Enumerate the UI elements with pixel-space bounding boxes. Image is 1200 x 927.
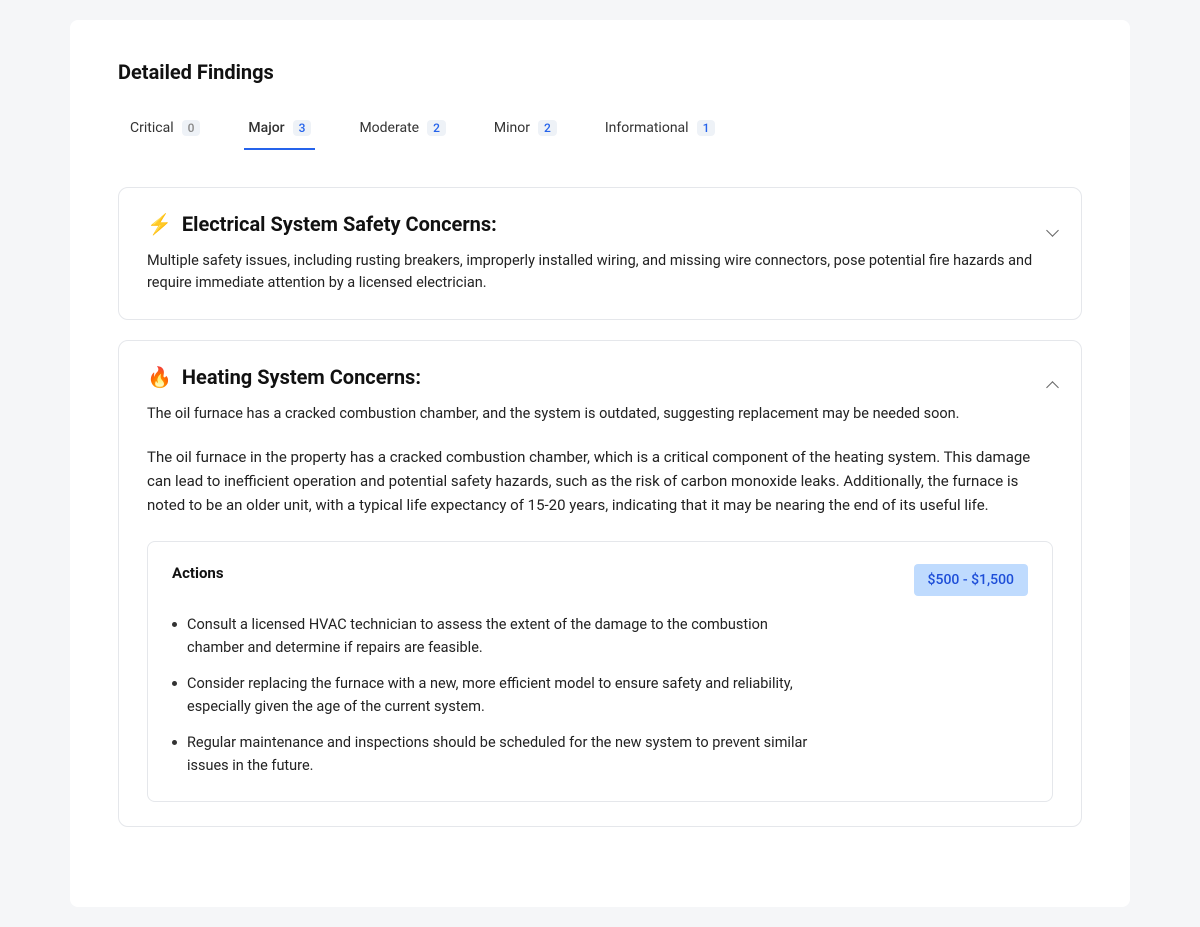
card-body: The oil furnace in the property has a cr…	[147, 445, 1053, 802]
fire-icon: 🔥	[147, 365, 172, 389]
finding-card-heating: 🔥 Heating System Concerns: The oil furna…	[118, 340, 1082, 827]
card-header: ⚡ Electrical System Safety Concerns:	[147, 212, 1053, 236]
tab-label: Informational	[605, 120, 689, 136]
action-item: Consult a licensed HVAC technician to as…	[172, 614, 812, 659]
tab-count-badge: 0	[182, 120, 201, 136]
finding-card-electrical: ⚡ Electrical System Safety Concerns: Mul…	[118, 187, 1082, 320]
card-detail: The oil furnace in the property has a cr…	[147, 445, 1053, 517]
action-text: Regular maintenance and inspections shou…	[187, 732, 812, 777]
tab-critical[interactable]: Critical 0	[126, 112, 204, 150]
action-text: Consult a licensed HVAC technician to as…	[187, 614, 812, 659]
severity-tabs: Critical 0 Major 3 Moderate 2 Minor 2 In…	[118, 112, 1082, 151]
tab-label: Major	[248, 120, 284, 136]
lightning-icon: ⚡	[147, 212, 172, 236]
bullet-icon	[172, 740, 177, 745]
tab-label: Critical	[130, 120, 174, 136]
tab-count-badge: 2	[427, 120, 446, 136]
bullet-icon	[172, 622, 177, 627]
findings-panel: Detailed Findings Critical 0 Major 3 Mod…	[70, 20, 1130, 907]
actions-header: Actions $500 - $1,500	[172, 564, 1028, 596]
action-item: Consider replacing the furnace with a ne…	[172, 673, 812, 718]
chevron-down-icon[interactable]	[1045, 224, 1061, 240]
tab-moderate[interactable]: Moderate 2	[355, 112, 449, 150]
section-title: Detailed Findings	[118, 60, 1082, 84]
cost-badge: $500 - $1,500	[914, 564, 1028, 596]
card-title: Electrical System Safety Concerns:	[182, 212, 497, 236]
tab-count-badge: 1	[697, 120, 716, 136]
tab-minor[interactable]: Minor 2	[490, 112, 561, 150]
action-text: Consider replacing the furnace with a ne…	[187, 673, 812, 718]
actions-box: Actions $500 - $1,500 Consult a licensed…	[147, 541, 1053, 802]
card-summary: Multiple safety issues, including rustin…	[147, 250, 1053, 295]
action-item: Regular maintenance and inspections shou…	[172, 732, 812, 777]
actions-title: Actions	[172, 564, 224, 582]
bullet-icon	[172, 681, 177, 686]
chevron-up-icon[interactable]	[1045, 377, 1061, 393]
tab-label: Moderate	[359, 120, 419, 136]
tab-label: Minor	[494, 120, 530, 136]
card-title: Heating System Concerns:	[182, 365, 421, 389]
tab-informational[interactable]: Informational 1	[601, 112, 720, 150]
tab-count-badge: 3	[293, 120, 312, 136]
card-header: 🔥 Heating System Concerns:	[147, 365, 1053, 389]
card-summary: The oil furnace has a cracked combustion…	[147, 403, 1053, 425]
tab-count-badge: 2	[538, 120, 557, 136]
tab-major[interactable]: Major 3	[244, 112, 315, 150]
